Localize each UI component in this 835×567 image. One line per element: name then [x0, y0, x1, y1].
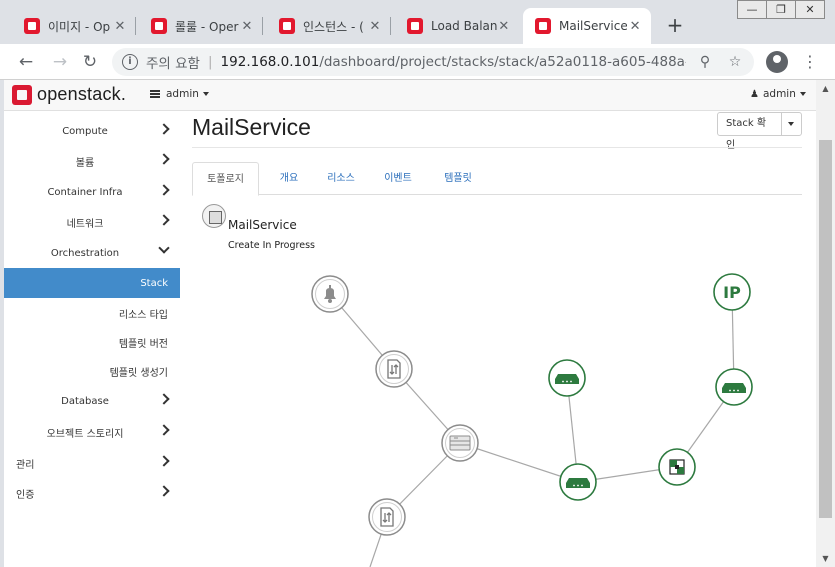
browser-menu-icon[interactable]: ⋮: [800, 50, 820, 74]
topology-node-policy-2[interactable]: [368, 498, 406, 536]
router-icon: [555, 374, 579, 384]
window-controls: — ❐ ✕: [737, 0, 825, 19]
new-tab-button[interactable]: +: [664, 14, 686, 36]
reload-icon[interactable]: ↻: [78, 50, 102, 74]
tab-title: 롤룰 - Oper: [175, 19, 239, 34]
browser-tab-mailservice[interactable]: MailService ✕: [523, 8, 651, 44]
info-icon[interactable]: i: [122, 54, 138, 70]
profile-avatar-icon[interactable]: [766, 51, 788, 73]
address-bar[interactable]: i 주의 요함 | 192.168.0.101/dashboard/projec…: [112, 48, 754, 76]
tab-title: 인스턴스 - (: [303, 19, 364, 34]
topology-node-subnet[interactable]: [658, 448, 696, 486]
close-icon[interactable]: ✕: [112, 19, 128, 34]
topology-node-router-1[interactable]: [548, 359, 586, 397]
openstack-favicon-icon: [407, 18, 423, 34]
page-scrollbar[interactable]: ▲ ▼: [816, 80, 835, 567]
browser-toolbar: ← → ↻ i 주의 요함 | 192.168.0.101/dashboard/…: [0, 44, 835, 80]
scroll-down-icon[interactable]: ▼: [816, 550, 835, 567]
browser-tab-load-balancers[interactable]: Load Balanc ✕: [395, 8, 519, 44]
topology-node-alarm[interactable]: [311, 275, 349, 313]
browser-tab-instances[interactable]: 인스턴스 - ( ✕: [267, 8, 391, 44]
minimize-button[interactable]: —: [737, 0, 767, 19]
scaling-policy-icon: [380, 507, 394, 527]
server-group-icon: [449, 435, 471, 451]
window-close-button[interactable]: ✕: [795, 0, 825, 19]
tab-separator: [135, 17, 136, 35]
topology-graph: IP: [311, 273, 753, 567]
browser-tab-images[interactable]: 이미지 - Op ✕: [12, 8, 136, 44]
topology-node-floating-ip[interactable]: IP: [713, 273, 751, 311]
floating-ip-icon: IP: [723, 283, 741, 302]
topology-node-policy-1[interactable]: [375, 350, 413, 388]
close-icon[interactable]: ✕: [497, 19, 511, 34]
tab-separator: [262, 17, 263, 35]
restore-button[interactable]: ❐: [766, 0, 796, 19]
openstack-favicon-icon: [279, 18, 295, 34]
url-path: /dashboard/project/stacks/stack/a52a0118…: [319, 54, 686, 70]
browser-tab-bar: 이미지 - Op ✕ 롤룰 - Oper ✕ 인스턴스 - ( ✕ Load B…: [0, 0, 835, 44]
tab-title: MailService: [559, 19, 628, 33]
forward-arrow-icon[interactable]: →: [48, 50, 72, 74]
close-icon[interactable]: ✕: [627, 19, 643, 34]
tab-title: 이미지 - Op: [48, 19, 111, 34]
url-host: 192.168.0.101: [220, 54, 320, 70]
tab-title: Load Balanc: [431, 19, 497, 33]
topology-node-router-3[interactable]: [715, 368, 753, 406]
address-separator: |: [207, 54, 213, 70]
back-arrow-icon[interactable]: ←: [14, 50, 38, 74]
close-icon[interactable]: ✕: [367, 19, 383, 34]
zoom-icon[interactable]: ⚲: [694, 51, 716, 73]
browser-tab-roles[interactable]: 롤룰 - Oper ✕: [139, 8, 263, 44]
web-page: openstack. admin ♟ admin Compute 볼륨 Cont…: [4, 80, 816, 567]
security-warning[interactable]: 주의 요함: [146, 52, 200, 72]
openstack-favicon-icon: [151, 18, 167, 34]
scaling-policy-icon: [387, 359, 401, 379]
tab-separator: [390, 17, 391, 35]
scroll-up-icon[interactable]: ▲: [816, 80, 835, 97]
topology-node-group[interactable]: [441, 424, 479, 462]
router-icon: [722, 383, 746, 393]
openstack-favicon-icon: [24, 18, 40, 34]
bookmark-star-icon[interactable]: ☆: [724, 51, 746, 73]
scrollbar-thumb[interactable]: [819, 140, 832, 518]
topology-node-router-2[interactable]: [559, 463, 597, 501]
close-icon[interactable]: ✕: [239, 19, 255, 34]
url-text[interactable]: 192.168.0.101/dashboard/project/stacks/s…: [221, 54, 686, 70]
openstack-favicon-icon: [535, 18, 551, 34]
subnet-icon: [669, 459, 685, 475]
router-icon: [566, 478, 590, 488]
